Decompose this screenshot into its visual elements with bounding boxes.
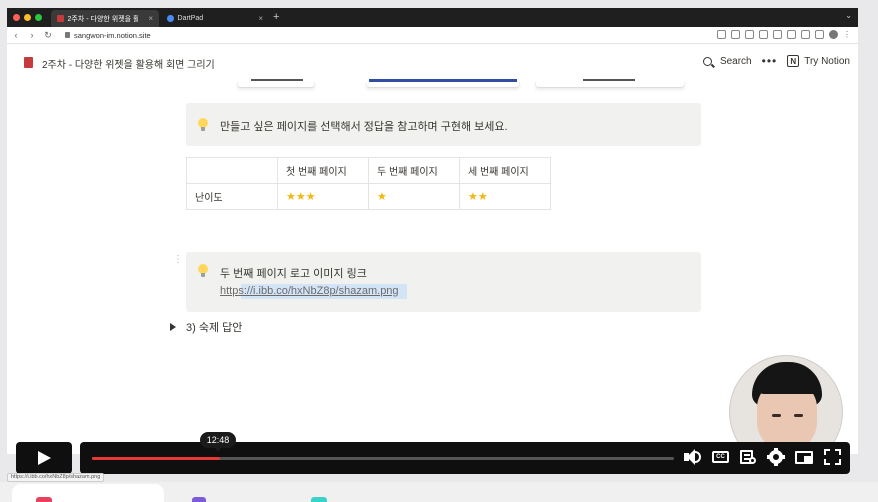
play-button[interactable] <box>16 442 72 474</box>
toggle-homework-answers[interactable]: 3) 숙제 답안 <box>170 319 242 335</box>
table-header-row: 첫 번째 페이지 두 번째 페이지 세 번째 페이지 <box>186 157 551 184</box>
book-icon <box>24 57 33 68</box>
image-card-edge <box>237 82 315 88</box>
search-icon <box>702 56 712 66</box>
tab-label: DartPad <box>177 15 204 22</box>
toggle-label: 3) 숙제 답안 <box>186 322 243 334</box>
top-actions: Search ••• N Try Notion <box>702 55 850 67</box>
tab-notion-page[interactable]: 2주차 - 다양한 위젯을 활용해 회 × <box>51 10 159 27</box>
image-card-line <box>369 79 517 82</box>
try-notion-button[interactable]: N Try Notion <box>787 55 850 67</box>
table-header-cell: 두 번째 페이지 <box>368 157 460 184</box>
player-control-icons: CC <box>683 448 841 466</box>
address-bar: ‹ › ↻ sangwon-im.notion.site ⋮ <box>7 27 858 44</box>
star-rating: ★ <box>368 183 460 210</box>
split-view-icon[interactable] <box>815 30 824 39</box>
dartpad-favicon-icon <box>167 15 174 22</box>
image-card-edge <box>535 82 685 88</box>
try-notion-label: Try Notion <box>804 55 850 67</box>
lightbulb-icon <box>198 118 208 132</box>
app-icon <box>192 497 206 502</box>
download-icon[interactable] <box>759 30 768 39</box>
callout-logo-link: 두 번째 페이지 로고 이미지 링크 https://i.ibb.co/hxNb… <box>186 252 701 312</box>
status-bar-url: https://i.ibb.co/hxNbZ8p/shazam.png <box>7 473 105 482</box>
progress-track[interactable] <box>92 457 674 460</box>
difficulty-table: 첫 번째 페이지 두 번째 페이지 세 번째 페이지 난이도 ★★★ ★ ★★ <box>186 157 551 210</box>
app-icon <box>36 497 52 502</box>
bottom-card <box>12 484 164 502</box>
url-text: sangwon-im.notion.site <box>74 30 151 40</box>
play-icon <box>38 451 51 465</box>
close-window-button[interactable] <box>13 14 20 21</box>
captions-label: CC <box>712 451 729 463</box>
window-controls <box>13 14 42 21</box>
image-card-line <box>251 79 303 81</box>
lock-icon <box>65 32 70 38</box>
notion-logo-icon: N <box>787 55 800 67</box>
profile-avatar[interactable] <box>829 30 838 39</box>
url-field[interactable]: sangwon-im.notion.site <box>65 31 151 40</box>
extension-icons: ⋮ <box>717 30 852 39</box>
captions-icon[interactable]: CC <box>711 448 729 466</box>
browser-tab-bar: 2주차 - 다양한 위젯을 활용해 회 × DartPad × + ⌄ <box>7 8 858 27</box>
image-card-line <box>583 79 635 81</box>
back-arrow-icon[interactable]: ‹ <box>9 30 23 40</box>
miniplayer-icon[interactable] <box>795 448 813 466</box>
table-row-label: 난이도 <box>186 183 278 210</box>
tab-dartpad[interactable]: DartPad × <box>161 10 269 27</box>
callout-title: 두 번째 페이지 로고 이미지 링크 <box>220 268 367 280</box>
presenter-eye <box>794 414 803 417</box>
chapter-search-icon[interactable] <box>739 448 757 466</box>
search-label: Search <box>719 55 752 67</box>
tab-close-icon[interactable]: × <box>148 14 153 23</box>
presenter-fringe <box>755 370 819 394</box>
settings-gear-icon[interactable] <box>767 448 785 466</box>
minimize-window-button[interactable] <box>24 14 31 21</box>
callout-text: 만들고 싶은 페이지를 선택해서 정답을 참고하며 구현해 보세요. <box>220 121 508 133</box>
table-header-cell: 세 번째 페이지 <box>459 157 551 184</box>
toggle-arrow-icon[interactable] <box>170 323 176 331</box>
new-tab-button[interactable]: + <box>273 10 279 25</box>
fullscreen-icon[interactable] <box>823 448 841 466</box>
image-card-edge <box>366 82 520 88</box>
sidebar-icon[interactable] <box>801 30 810 39</box>
reload-icon[interactable]: ↻ <box>41 30 55 41</box>
notion-top-bar: 2주차 - 다양한 위젯을 활용해 회면 그리기 Search ••• N Tr… <box>7 44 858 82</box>
screen: 2주차 - 다양한 위젯을 활용해 회 × DartPad × + ⌄ ‹ › … <box>0 0 878 502</box>
browser-menu-icon[interactable]: ⋮ <box>843 30 852 39</box>
star-rating: ★★ <box>459 183 551 210</box>
forward-arrow-icon[interactable]: › <box>25 30 39 40</box>
tab-close-icon[interactable]: × <box>258 14 263 23</box>
translate-icon[interactable] <box>731 30 740 39</box>
progress-fill <box>92 457 221 460</box>
app-icon <box>311 497 327 502</box>
table-header-cell: 첫 번째 페이지 <box>277 157 369 184</box>
notion-page-favicon-icon <box>57 15 64 22</box>
screenshot-icon[interactable] <box>773 30 782 39</box>
page-title[interactable]: 2주차 - 다양한 위젯을 활용해 회면 그리기 <box>42 56 215 71</box>
callout-instructions: 만들고 싶은 페이지를 선택해서 정답을 참고하며 구현해 보세요. <box>186 103 701 146</box>
extension-puzzle-icon[interactable] <box>787 30 796 39</box>
zoom-icon[interactable] <box>717 30 726 39</box>
bookmark-icon[interactable] <box>745 30 754 39</box>
table-row: 난이도 ★★★ ★ ★★ <box>186 183 551 210</box>
image-link[interactable]: https://i.ibb.co/hxNbZ8p/shazam.png <box>220 285 399 297</box>
table-header-cell <box>186 157 278 184</box>
lightbulb-icon <box>198 264 208 278</box>
maximize-window-button[interactable] <box>35 14 42 21</box>
volume-icon[interactable] <box>683 448 701 466</box>
tab-label: 2주차 - 다양한 위젯을 활용해 회 <box>67 15 139 23</box>
scrub-time-tooltip: 12:48 <box>200 432 236 448</box>
tab-menu-chevron-icon[interactable]: ⌄ <box>845 11 852 20</box>
search-button[interactable]: Search <box>702 55 752 67</box>
notion-page: 2주차 - 다양한 위젯을 활용해 회면 그리기 Search ••• N Tr… <box>7 44 858 454</box>
more-options-icon[interactable]: ••• <box>762 55 778 67</box>
scrub-tooltip-caret <box>214 447 222 452</box>
star-rating: ★★★ <box>277 183 369 210</box>
presenter-eye <box>772 414 781 417</box>
